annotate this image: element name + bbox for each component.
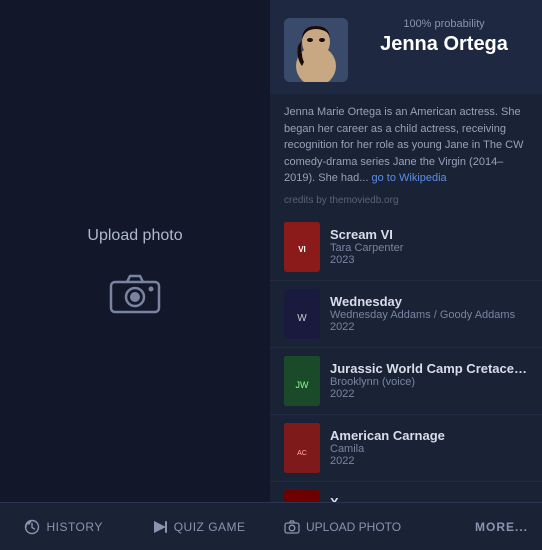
film-role: Wednesday Addams / Goody Addams xyxy=(330,309,528,321)
film-poster-scream-vi: VI xyxy=(284,222,320,272)
film-poster-x: X xyxy=(284,490,320,503)
film-poster-jurassic: JW xyxy=(284,356,320,406)
film-title: Jurassic World Camp Cretaceous: Hidde... xyxy=(330,361,528,376)
x-poster-art: X xyxy=(284,490,320,503)
film-title: American Carnage xyxy=(330,428,528,443)
history-icon xyxy=(24,519,40,535)
person-name: Jenna Ortega xyxy=(360,32,528,56)
film-title: X xyxy=(330,495,528,502)
svg-text:JW: JW xyxy=(296,380,310,390)
probability-text: 100% probability xyxy=(360,18,528,30)
credits-text: credits by themoviedb.org xyxy=(270,191,542,214)
film-role: Camila xyxy=(330,443,528,455)
film-item-jurassic[interactable]: JW Jurassic World Camp Cretaceous: Hidde… xyxy=(270,348,542,415)
history-label: HISTORY xyxy=(46,520,102,534)
film-details-scream-vi: Scream VI Tara Carpenter 2023 xyxy=(330,227,528,266)
jurassic-poster-art: JW xyxy=(284,356,320,406)
upload-photo-label: Upload photo xyxy=(87,227,182,245)
upload-photo-label: UPLOAD PHOTO xyxy=(306,520,401,534)
film-role: Tara Carpenter xyxy=(330,242,528,254)
camera-small-icon xyxy=(284,519,300,535)
quiz-icon xyxy=(152,519,168,535)
film-details-american-carnage: American Carnage Camila 2022 xyxy=(330,428,528,467)
more-button[interactable]: MORE... xyxy=(475,520,528,534)
film-details-jurassic: Jurassic World Camp Cretaceous: Hidde...… xyxy=(330,361,528,400)
film-title: Wednesday xyxy=(330,294,528,309)
film-title: Scream VI xyxy=(330,227,528,242)
film-poster-carnage: AC xyxy=(284,423,320,473)
svg-text:AC: AC xyxy=(297,450,307,457)
right-panel: 100% probability Jenna Ortega Jenna Mari… xyxy=(270,0,542,550)
film-item-scream-vi[interactable]: VI Scream VI Tara Carpenter 2023 xyxy=(270,214,542,281)
avatar-image xyxy=(284,18,348,82)
film-year: 2023 xyxy=(330,254,528,266)
svg-text:VI: VI xyxy=(298,245,306,254)
camera-upload-button[interactable] xyxy=(105,263,165,323)
camera-icon xyxy=(109,272,161,314)
film-item-x[interactable]: X X Lorraine 2022 xyxy=(270,482,542,503)
wikipedia-link[interactable]: go to Wikipedia xyxy=(371,172,446,184)
svg-text:W: W xyxy=(297,313,307,324)
film-poster-wednesday: W xyxy=(284,289,320,339)
film-year: 2022 xyxy=(330,455,528,467)
film-year: 2022 xyxy=(330,321,528,333)
quiz-label: QUIZ GAME xyxy=(174,520,246,534)
person-header: 100% probability Jenna Ortega xyxy=(270,0,542,94)
upload-photo-button[interactable]: UPLOAD PHOTO xyxy=(284,519,401,535)
quiz-game-button[interactable]: QUIZ GAME xyxy=(152,519,246,535)
person-info: 100% probability Jenna Ortega xyxy=(360,18,528,56)
film-details-x: X Lorraine 2022 xyxy=(330,495,528,502)
right-bottom-bar: UPLOAD PHOTO MORE... xyxy=(270,502,542,550)
wednesday-poster-art: W xyxy=(284,289,320,339)
film-details-wednesday: Wednesday Wednesday Addams / Goody Addam… xyxy=(330,294,528,333)
history-button[interactable]: HISTORY xyxy=(24,519,102,535)
film-item-wednesday[interactable]: W Wednesday Wednesday Addams / Goody Add… xyxy=(270,281,542,348)
film-item-american-carnage[interactable]: AC American Carnage Camila 2022 xyxy=(270,415,542,482)
film-year: 2022 xyxy=(330,388,528,400)
film-role: Brooklynn (voice) xyxy=(330,376,528,388)
filmography-list: VI Scream VI Tara Carpenter 2023 W Wedne… xyxy=(270,214,542,503)
avatar-svg xyxy=(284,18,348,82)
person-bio: Jenna Marie Ortega is an American actres… xyxy=(270,94,542,191)
left-panel: Upload photo HISTORY QUIZ GAME xyxy=(0,0,270,550)
avatar xyxy=(284,18,348,82)
left-bottom-bar: HISTORY QUIZ GAME xyxy=(0,502,270,550)
scream-poster-art: VI xyxy=(284,222,320,272)
carnage-poster-art: AC xyxy=(284,423,320,473)
